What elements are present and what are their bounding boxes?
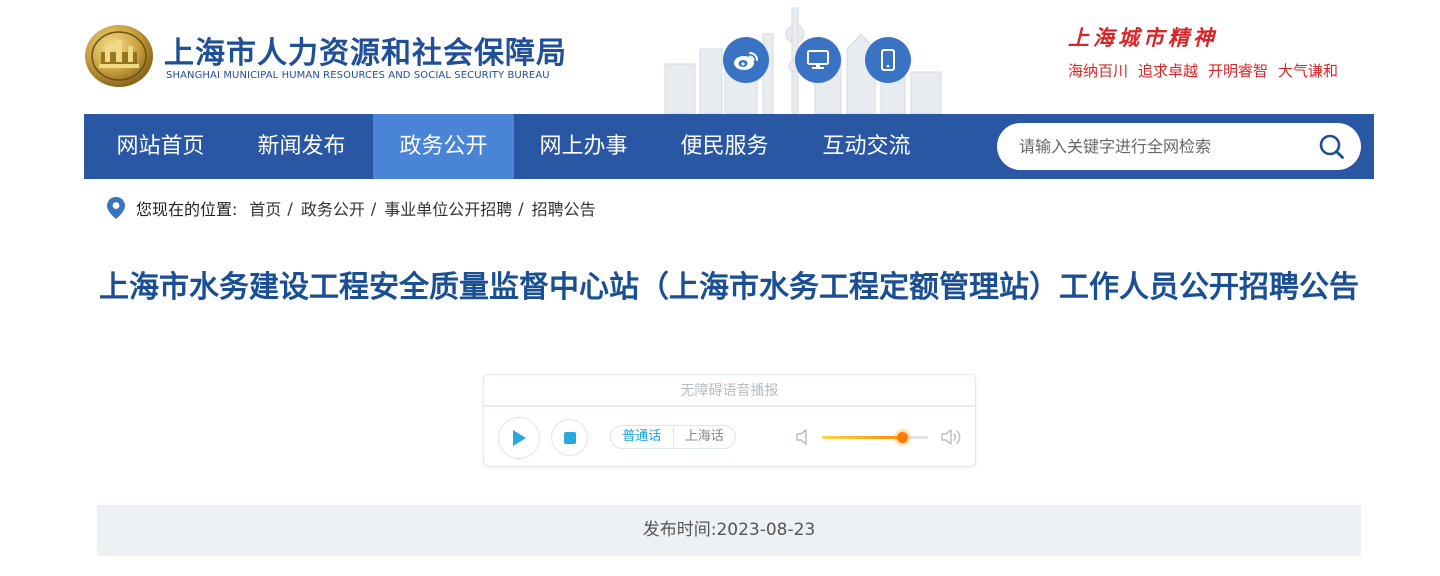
breadcrumb-link-recruitment[interactable]: 事业单位公开招聘 bbox=[384, 196, 512, 220]
city-spirit-item: 海纳百川 bbox=[1068, 62, 1129, 80]
nav-item-online-services[interactable]: 网上办事 bbox=[521, 114, 646, 179]
org-name-cn: 上海市人力资源和社会保障局 bbox=[164, 36, 567, 71]
breadcrumb-link-home[interactable]: 首页 bbox=[249, 196, 281, 220]
nav-item-interaction[interactable]: 互动交流 bbox=[804, 114, 929, 179]
voice-player-title: 无障碍语音播报 bbox=[484, 375, 975, 407]
nav-item-public-services[interactable]: 便民服务 bbox=[662, 114, 787, 179]
city-spirit-item: 追求卓越 bbox=[1138, 62, 1199, 80]
publish-info-bar: 发布时间:2023-08-23 bbox=[97, 505, 1361, 556]
breadcrumb-separator: / bbox=[518, 198, 524, 218]
publish-date-label: 发布时间: bbox=[642, 520, 717, 540]
city-spirit-title: 上海城市精神 bbox=[1068, 25, 1218, 50]
weibo-link[interactable] bbox=[723, 37, 769, 83]
volume-low-icon[interactable] bbox=[794, 428, 814, 446]
weibo-icon bbox=[734, 52, 758, 70]
breadcrumb-separator: / bbox=[370, 198, 377, 218]
breadcrumb-separator: / bbox=[287, 198, 293, 218]
dialect-shanghainese-option[interactable]: 上海话 bbox=[672, 426, 736, 448]
site-header: 上海市人力资源和社会保障局 SHANGHAI MUNICIPAL HUMAN R… bbox=[0, 0, 1440, 114]
desktop-site-link[interactable] bbox=[795, 37, 841, 83]
volume-slider[interactable] bbox=[822, 432, 928, 443]
dialect-toggle: 普通话 上海话 bbox=[610, 425, 736, 449]
stop-icon bbox=[563, 431, 576, 444]
breadcrumb-link-gov-affairs[interactable]: 政务公开 bbox=[301, 196, 365, 220]
mobile-site-link[interactable] bbox=[865, 37, 911, 83]
nav-item-gov-affairs[interactable]: 政务公开 bbox=[373, 114, 514, 179]
org-name-en: SHANGHAI MUNICIPAL HUMAN RESOURCES AND S… bbox=[166, 70, 550, 81]
play-icon bbox=[513, 430, 526, 446]
accessible-voice-player: 无障碍语音播报 普通话 上海话 bbox=[483, 374, 976, 467]
dialect-mandarin-option[interactable]: 普通话 bbox=[611, 426, 673, 448]
mobile-icon bbox=[881, 49, 895, 71]
main-nav: 网站首页 新闻发布 政务公开 网上办事 便民服务 互动交流 bbox=[84, 114, 1374, 179]
search-icon[interactable] bbox=[1319, 134, 1345, 160]
breadcrumb: 您现在的位置: 首页 / 政务公开 / 事业单位公开招聘 / 招聘公告 bbox=[106, 196, 596, 220]
volume-high-icon[interactable] bbox=[940, 428, 964, 446]
nav-item-news[interactable]: 新闻发布 bbox=[239, 114, 364, 179]
desktop-icon bbox=[807, 50, 829, 69]
publish-date: 2023-08-23 bbox=[716, 520, 816, 540]
volume-slider-fill bbox=[822, 436, 902, 439]
city-spirit-items: 海纳百川 追求卓越 开明睿智 大气谦和 bbox=[1068, 60, 1338, 81]
nav-item-home[interactable]: 网站首页 bbox=[98, 114, 223, 179]
location-pin-icon bbox=[107, 197, 125, 219]
city-spirit-item: 大气谦和 bbox=[1278, 62, 1339, 80]
city-spirit-item: 开明睿智 bbox=[1208, 62, 1269, 80]
article-title: 上海市水务建设工程安全质量监督中心站（上海市水务工程定额管理站）工作人员公开招聘… bbox=[99, 270, 1359, 305]
breadcrumb-link-announcements[interactable]: 招聘公告 bbox=[532, 196, 596, 220]
volume-slider-handle[interactable] bbox=[896, 432, 908, 443]
site-search bbox=[997, 123, 1361, 170]
stop-button[interactable] bbox=[551, 419, 588, 456]
search-input[interactable] bbox=[1019, 123, 1309, 170]
breadcrumb-label: 您现在的位置: bbox=[136, 200, 238, 219]
play-button[interactable] bbox=[498, 417, 540, 459]
bureau-emblem-logo[interactable] bbox=[84, 24, 154, 88]
